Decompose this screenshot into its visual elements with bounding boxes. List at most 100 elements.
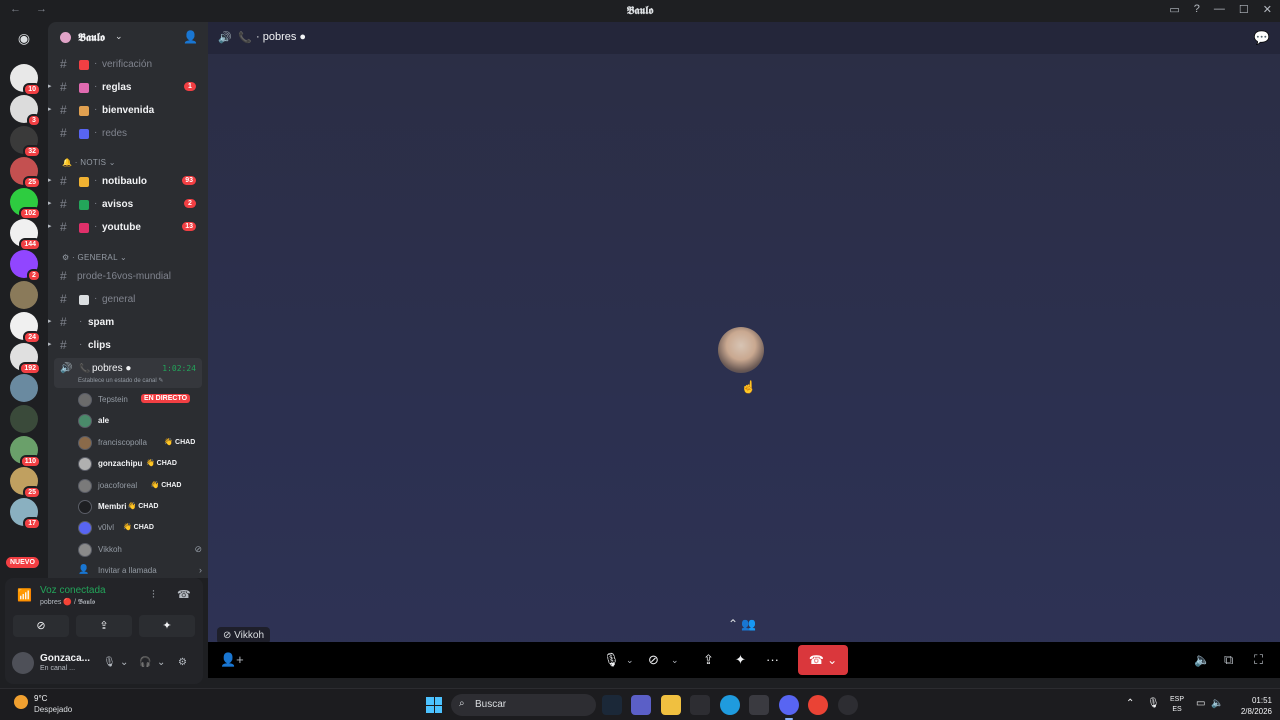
channel-item[interactable]: ▸ # · notibaulo 93 [48,172,208,192]
server-icon[interactable]: 110 [10,436,41,468]
expand-arrow-icon[interactable]: ▸ [48,176,52,184]
app-icon[interactable] [838,695,858,715]
server-icon[interactable]: 192 [10,343,41,375]
camera-off-button[interactable]: ⊘ [13,615,69,637]
discord-app-icon[interactable] [779,695,799,715]
expand-arrow-icon[interactable]: ▸ [48,199,52,207]
channel-item[interactable]: # · redes [48,124,208,144]
taskbar-search[interactable]: ⌕ Buscar [451,694,596,716]
channel-item[interactable]: # · verificación [48,55,208,75]
participant-avatar[interactable] [718,327,764,373]
expand-arrow-icon[interactable]: ▸ [48,105,52,113]
camera-off-icon[interactable]: ⊘ [648,652,659,668]
fullscreen-icon[interactable]: ⛶ [1254,652,1263,668]
expand-arrow-icon[interactable]: ▸ [48,222,52,230]
minimize-icon[interactable]: — [1214,3,1225,16]
file-explorer-icon[interactable] [661,695,681,715]
store-app-icon[interactable] [749,695,769,715]
weather-icon[interactable] [14,695,28,709]
channel-item[interactable]: # prode-16vos-mundial [48,267,208,287]
volume-icon[interactable]: 🔈 [1211,698,1223,709]
chevron-down-icon[interactable]: ⌄ [671,655,679,666]
chevron-down-icon[interactable]: ⌄ [157,657,165,668]
edge-browser-icon[interactable] [720,695,740,715]
network-icon[interactable]: ▭ [1196,698,1205,709]
steam-app-icon[interactable] [602,695,622,715]
chevron-down-icon[interactable]: ⌄ [120,657,128,668]
microphone-icon[interactable]: 🎙 [603,652,620,668]
category-notis[interactable]: 🔔 · NOTIS ⌄ [62,158,116,167]
microphone-icon[interactable]: 🎙 [103,657,116,668]
server-icon[interactable]: 3 [10,95,41,127]
show-participants-toggle[interactable]: ⌃ 👥 [728,617,756,631]
add-user-icon[interactable]: 👤+ [220,652,244,668]
voice-connected-label[interactable]: Voz conectada [40,585,106,596]
voice-location[interactable]: pobres 🔴 / 𝕭𝖆𝖚𝖑𝖔 [40,598,95,607]
headphones-icon[interactable]: 🎧 [139,657,151,668]
inbox-icon[interactable]: ▭ [1169,3,1179,16]
server-icon[interactable]: 144 [10,219,41,251]
channel-item[interactable]: ▸ # · clips [48,336,208,356]
expand-arrow-icon[interactable]: ▸ [48,317,52,325]
voice-member[interactable]: franciscopolla 👋 CHAD [78,433,202,453]
chevron-up-icon[interactable]: ⌃ [1126,698,1134,709]
start-button[interactable] [426,697,442,713]
channel-item[interactable]: ▸ # · reglas 1 [48,78,208,98]
server-icon[interactable]: 102 [10,188,41,220]
avatar[interactable] [12,652,34,674]
server-icon[interactable] [10,374,38,402]
activities-button[interactable]: ✦ [139,615,195,637]
discord-home-icon[interactable]: ◉ [12,30,36,48]
help-icon[interactable]: ? [1194,3,1200,16]
voice-member[interactable]: Tepstein EN DIRECTO [78,390,202,410]
channel-item[interactable]: # · general [48,290,208,310]
guild-header[interactable]: 𝕭𝖆𝖚𝖑𝖔 ⌄ 👤 [48,22,208,54]
voice-member[interactable]: joacoforeal 👋 CHAD [78,476,202,496]
settings-gear-icon[interactable]: ⚙ [178,657,187,668]
system-clock[interactable]: 01:51 2/8/2026 [1232,695,1272,717]
channel-item[interactable]: ▸ # · youtube 13 [48,218,208,238]
user-name[interactable]: Gonzaca... [40,653,90,664]
voice-member[interactable]: v0lvl 👋 CHAD [78,518,202,538]
noise-suppression-icon[interactable]: ⫶ [152,589,155,602]
chevron-down-icon[interactable]: ⌄ [626,655,634,666]
server-icon[interactable]: 17 [10,498,41,530]
server-icon[interactable]: 24 [10,312,41,344]
voice-member[interactable]: Membri 👋 CHAD [78,497,202,517]
server-icon[interactable]: 10 [10,64,41,96]
voice-member[interactable]: gonzachipu 👋 CHAD [78,454,202,474]
channel-item[interactable]: ▸ # · avisos 2 [48,195,208,215]
server-icon[interactable]: 2 [10,250,41,282]
server-icon[interactable] [10,281,38,309]
channel-status-hint[interactable]: Establece un estado de canal ✎ [78,377,163,384]
channel-item[interactable]: ▸ # · spam [48,313,208,333]
invite-people-icon[interactable]: 👤 [183,30,198,44]
weather-desc[interactable]: Despejado [34,705,72,714]
more-options-icon[interactable]: ··· [766,652,779,667]
voice-member[interactable]: Vikkoh ⊘ [78,540,202,560]
language-indicator[interactable]: ESP ES [1170,695,1184,715]
weather-temp[interactable]: 9°C [34,694,47,703]
popout-icon[interactable]: ⧉ [1224,652,1233,668]
disconnect-button[interactable]: ☎ ⌄ [798,645,848,675]
channel-item[interactable]: ▸ # · bienvenida [48,101,208,121]
maximize-icon[interactable]: ☐ [1239,3,1249,16]
microphone-icon[interactable]: 🎙 [1147,698,1160,709]
volume-icon[interactable]: 🔈 [1194,652,1210,668]
chrome-browser-icon[interactable] [808,695,828,715]
activities-icon[interactable]: ✦ [735,652,746,668]
close-icon[interactable]: ✕ [1263,3,1272,16]
live-badge[interactable]: EN DIRECTO [141,394,191,403]
capcut-app-icon[interactable] [690,695,710,715]
expand-arrow-icon[interactable]: ▸ [48,82,52,90]
expand-arrow-icon[interactable]: ▸ [48,340,52,348]
voice-member[interactable]: ale [78,411,202,431]
voice-channel-pobres[interactable]: 🔊 📞 pobres ● 1:02:24 Establece un estado… [54,358,202,388]
category-general[interactable]: ⚙ · GENERAL ⌄ [62,253,127,262]
screen-share-icon[interactable]: ⇪ [703,652,714,668]
server-icon[interactable]: 32 [10,126,41,158]
screen-share-button[interactable]: ⇪ [76,615,132,637]
server-icon[interactable]: 25 [10,467,41,499]
teams-app-icon[interactable] [631,695,651,715]
disconnect-icon[interactable]: ☎ [177,588,191,601]
